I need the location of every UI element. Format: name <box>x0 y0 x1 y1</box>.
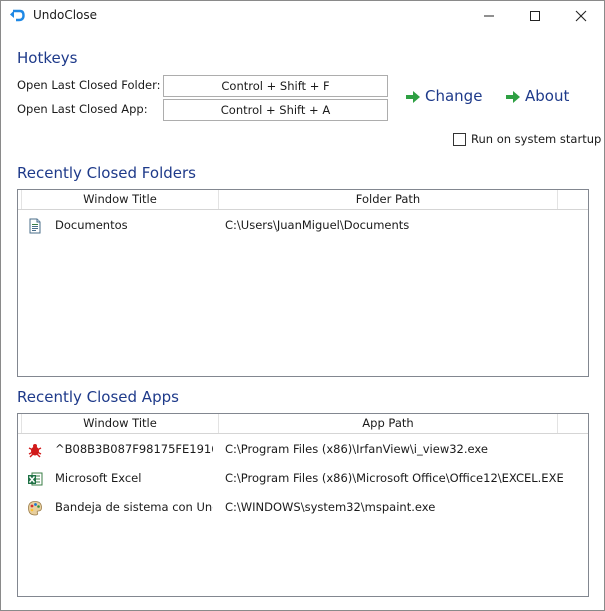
app-path: C:\Program Files (x86)\Microsoft Office\… <box>225 471 564 485</box>
folder-path: C:\Users\JuanMiguel\Documents <box>225 218 410 232</box>
app-hotkey-field[interactable]: Control + Shift + A <box>163 99 388 121</box>
paint-icon <box>28 501 42 516</box>
irfanview-icon <box>28 444 42 458</box>
list-item[interactable]: Documentos C:\Users\JuanMiguel\Documents <box>18 211 588 240</box>
undo-app-icon <box>10 9 25 22</box>
list-item[interactable]: Microsoft Excel C:\Program Files (x86)\M… <box>18 464 588 493</box>
green-arrow-icon <box>406 91 420 103</box>
close-button[interactable] <box>558 1 604 31</box>
apps-heading: Recently Closed Apps <box>17 388 179 406</box>
document-icon <box>29 218 41 234</box>
app-window-title: Bandeja de sistema con UndoClose <box>55 500 213 514</box>
hotkeys-heading: Hotkeys <box>17 49 78 67</box>
excel-icon <box>28 472 43 486</box>
maximize-button[interactable] <box>512 1 558 31</box>
list-item[interactable]: Bandeja de sistema con UndoClose C:\WIND… <box>18 493 588 522</box>
folders-list-header: Window Title Folder Path <box>18 190 588 210</box>
change-label: Change <box>425 87 483 105</box>
green-arrow-icon <box>506 91 520 103</box>
undoclose-window: UndoClose Hotkeys Open Last Closed Folde… <box>0 0 605 611</box>
list-item[interactable]: ^B08B3B087F98175FE191637E C:\Program Fil… <box>18 435 588 464</box>
maximize-icon <box>530 11 540 21</box>
column-header-window-title[interactable]: Window Title <box>22 414 219 433</box>
close-icon <box>575 10 587 22</box>
folders-heading: Recently Closed Folders <box>17 164 196 182</box>
window-title: UndoClose <box>33 8 98 22</box>
title-bar: UndoClose <box>1 1 604 31</box>
app-path: C:\Program Files (x86)\IrfanView\i_view3… <box>225 442 488 456</box>
startup-label: Run on system startup <box>471 132 602 146</box>
column-header-window-title[interactable]: Window Title <box>22 190 219 209</box>
apps-list[interactable]: Window Title App Path ^B08B3B087F98175FE… <box>17 413 589 597</box>
app-window-title: Microsoft Excel <box>55 471 142 485</box>
minimize-icon <box>484 15 494 17</box>
app-path: C:\WINDOWS\system32\mspaint.exe <box>225 500 436 514</box>
folder-hotkey-field[interactable]: Control + Shift + F <box>163 75 388 97</box>
folder-window-title: Documentos <box>55 218 128 232</box>
about-label: About <box>525 87 570 105</box>
startup-checkbox[interactable] <box>453 133 466 146</box>
apps-list-header: Window Title App Path <box>18 414 588 434</box>
column-header-app-path[interactable]: App Path <box>219 414 558 433</box>
folders-list[interactable]: Window Title Folder Path Documentos C:\U… <box>17 189 589 377</box>
minimize-button[interactable] <box>466 1 512 31</box>
app-hotkey-label: Open Last Closed App: <box>17 102 148 116</box>
folder-hotkey-label: Open Last Closed Folder: <box>17 78 161 92</box>
app-window-title: ^B08B3B087F98175FE191637E <box>55 442 213 456</box>
column-header-folder-path[interactable]: Folder Path <box>219 190 558 209</box>
